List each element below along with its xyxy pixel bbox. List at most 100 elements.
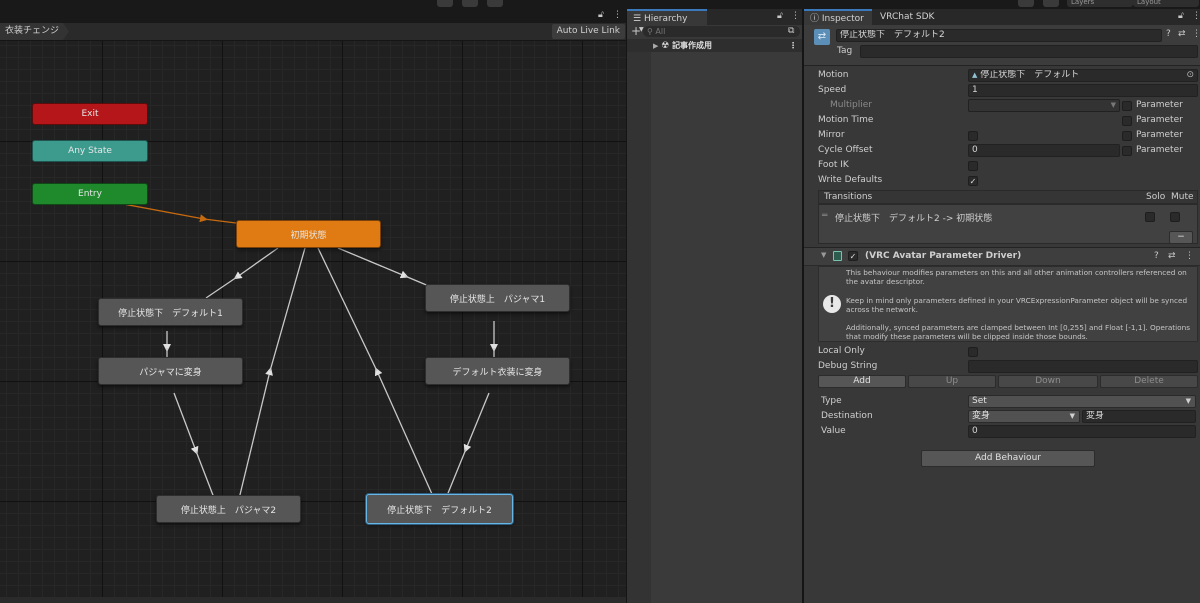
type-dropdown[interactable]: Set ▼ xyxy=(968,395,1196,408)
kebab-menu-icon[interactable]: ⋮ xyxy=(1185,251,1194,261)
link-todefault-default2[interactable] xyxy=(463,392,490,453)
kebab-menu-icon[interactable]: ⋮ xyxy=(1192,29,1200,39)
foot-ik-checkbox[interactable] xyxy=(968,161,978,171)
entry-node[interactable]: Entry xyxy=(32,183,148,205)
tab-hierarchy-label: Hierarchy xyxy=(643,14,688,24)
debug-string-field[interactable] xyxy=(968,360,1198,373)
state-node-stop-up-pajama2[interactable]: 停止状態上 パジャマ2 xyxy=(156,495,301,523)
hierarchy-search-input[interactable]: ⚲ All xyxy=(643,26,800,37)
scene-row[interactable]: ▶ ☢ 記事作成用 ⋮ xyxy=(627,39,802,52)
help-icon[interactable]: ? xyxy=(1166,29,1171,39)
link-pajama2-initial-tail xyxy=(269,247,306,372)
link-topajama-pajama2[interactable] xyxy=(173,392,199,455)
mirror-checkbox[interactable] xyxy=(968,131,978,141)
destination-text-field[interactable]: 変身 xyxy=(1082,410,1196,423)
up-button[interactable]: Up xyxy=(908,375,996,388)
inspector-window: ⓘ Inspector VRChat SDK 🔓︎ ⋮ ⇄ 停止状態下 デフォル… xyxy=(804,9,1200,603)
behaviour-header[interactable]: ▼ ✓ (VRC Avatar Parameter Driver) ? ⇄ ⋮ xyxy=(804,247,1200,266)
object-picker-icon[interactable]: ⊙ xyxy=(1186,70,1194,81)
motion-time-parameter-checkbox[interactable] xyxy=(1122,116,1132,126)
value-field[interactable]: 0 xyxy=(968,425,1196,438)
info-icon: ⓘ xyxy=(810,14,820,24)
transition-solo-checkbox[interactable] xyxy=(1145,212,1155,222)
cycle-offset-field[interactable]: 0 xyxy=(968,144,1120,157)
link-initial-default1[interactable] xyxy=(233,247,279,280)
mirror-parameter-checkbox[interactable] xyxy=(1122,131,1132,141)
transition-mute-checkbox[interactable] xyxy=(1170,212,1180,222)
history-icon[interactable] xyxy=(1018,0,1034,7)
motion-field[interactable]: ▲ 停止状態下 デフォルト ⊙ xyxy=(968,69,1198,82)
local-only-checkbox[interactable] xyxy=(968,347,978,357)
help-text-line: This behaviour modifies parameters on th… xyxy=(846,268,1187,277)
transition-row[interactable]: ═ 停止状態下 デフォルト2 -> 初期状態 xyxy=(819,210,1197,224)
kebab-menu-icon[interactable]: ⋮ xyxy=(789,39,797,52)
destination-value: 変身 xyxy=(972,411,991,421)
any-state-node[interactable]: Any State xyxy=(32,140,148,162)
exit-node[interactable]: Exit xyxy=(32,103,148,125)
drag-handle-icon[interactable]: ═ xyxy=(822,211,827,221)
auto-live-link-button[interactable]: Auto Live Link xyxy=(551,24,625,39)
state-node-to-default[interactable]: デフォルト衣装に変身 xyxy=(425,357,570,385)
state-machine-graph[interactable]: Exit Any State Entry 初期状態 停止状態下 デフォルト1 パ… xyxy=(0,41,626,597)
animator-state-icon: ⇄ xyxy=(814,29,830,45)
kebab-menu-icon[interactable]: ⋮ xyxy=(1192,11,1200,21)
solo-column-label: Solo xyxy=(1146,192,1166,202)
motion-value: 停止状態下 デフォルト xyxy=(980,70,1080,80)
settings-sliders-icon[interactable]: ⇄ xyxy=(1178,29,1186,39)
expand-arrow-icon[interactable]: ▶ xyxy=(653,42,658,50)
tab-vrchat-sdk[interactable]: VRChat SDK xyxy=(880,9,950,25)
link-entry-initial[interactable] xyxy=(117,202,208,223)
state-node-to-pajama[interactable]: パジャマに変身 xyxy=(98,357,243,385)
foldout-arrow-icon[interactable]: ▼ xyxy=(821,251,826,259)
layout-dropdown[interactable]: Layout xyxy=(1133,0,1199,7)
animator-scrollbar[interactable] xyxy=(0,597,626,603)
down-button[interactable]: Down xyxy=(998,375,1098,388)
behaviour-enabled-checkbox[interactable]: ✓ xyxy=(848,251,858,261)
cycle-offset-label: Cycle Offset xyxy=(818,145,873,155)
delete-button[interactable]: Delete xyxy=(1100,375,1198,388)
settings-sliders-icon[interactable]: ⇄ xyxy=(1168,251,1176,261)
scene-visibility-icon[interactable]: ⧉ xyxy=(788,26,794,36)
tab-inspector[interactable]: ⓘ Inspector xyxy=(804,9,872,25)
lock-icon[interactable]: 🔓︎ xyxy=(777,11,783,21)
tag-field[interactable] xyxy=(860,45,1198,58)
state-node-stop-down-default1[interactable]: 停止状態下 デフォルト1 xyxy=(98,298,243,326)
add-behaviour-button[interactable]: Add Behaviour xyxy=(921,450,1095,467)
link-default2-initial[interactable] xyxy=(374,367,437,504)
initial-state-node[interactable]: 初期状態 xyxy=(236,220,381,248)
behaviour-title: (VRC Avatar Parameter Driver) xyxy=(865,251,1022,261)
multiplier-parameter-checkbox[interactable] xyxy=(1122,101,1132,111)
local-only-label: Local Only xyxy=(818,346,865,356)
type-label: Type xyxy=(821,396,842,406)
inspector-header: ⇄ 停止状態下 デフォルト2 ? ⇄ ⋮ Tag xyxy=(804,25,1200,66)
speed-field[interactable]: 1 xyxy=(968,84,1198,97)
link-pajama2-initial[interactable] xyxy=(237,367,273,504)
lock-icon[interactable]: 🔓︎ xyxy=(598,10,604,20)
lock-icon[interactable]: 🔓︎ xyxy=(1178,11,1184,21)
state-node-stop-down-default2-selected[interactable]: 停止状態下 デフォルト2 xyxy=(366,494,513,524)
kebab-menu-icon[interactable]: ⋮ xyxy=(791,11,800,21)
top-toolbar: Layers Layout xyxy=(0,0,1200,9)
kebab-menu-icon[interactable]: ⋮ xyxy=(613,10,622,20)
remove-transition-button[interactable]: − xyxy=(1169,231,1193,244)
help-icon[interactable]: ? xyxy=(1154,251,1159,261)
step-button[interactable] xyxy=(487,0,503,7)
state-node-stop-up-pajama1[interactable]: 停止状態上 パジャマ1 xyxy=(425,284,570,312)
tab-hierarchy[interactable]: ☰ Hierarchy xyxy=(627,9,707,25)
chevron-down-icon: ▼ xyxy=(1185,397,1191,405)
object-name-field[interactable]: 停止状態下 デフォルト2 xyxy=(836,29,1162,42)
motion-time-parameter-label: Parameter xyxy=(1136,115,1183,125)
write-defaults-checkbox[interactable]: ✓ xyxy=(968,176,978,186)
pause-button[interactable] xyxy=(462,0,478,7)
layers-dropdown[interactable]: Layers xyxy=(1067,0,1133,7)
destination-dropdown[interactable]: 変身 ▼ xyxy=(968,410,1080,423)
hierarchy-list[interactable] xyxy=(651,52,802,603)
link-initial-pajama1[interactable] xyxy=(337,247,409,279)
cycle-offset-parameter-checkbox[interactable] xyxy=(1122,146,1132,156)
add-parameter-button[interactable]: Add xyxy=(818,375,906,388)
help-text-line: Keep in mind only parameters defined in … xyxy=(846,296,1188,305)
breadcrumb[interactable]: 衣装チェンジ xyxy=(0,23,69,40)
transitions-list: ═ 停止状態下 デフォルト2 -> 初期状態 − xyxy=(818,204,1198,244)
search-icon[interactable] xyxy=(1043,0,1059,7)
play-button[interactable] xyxy=(437,0,453,7)
